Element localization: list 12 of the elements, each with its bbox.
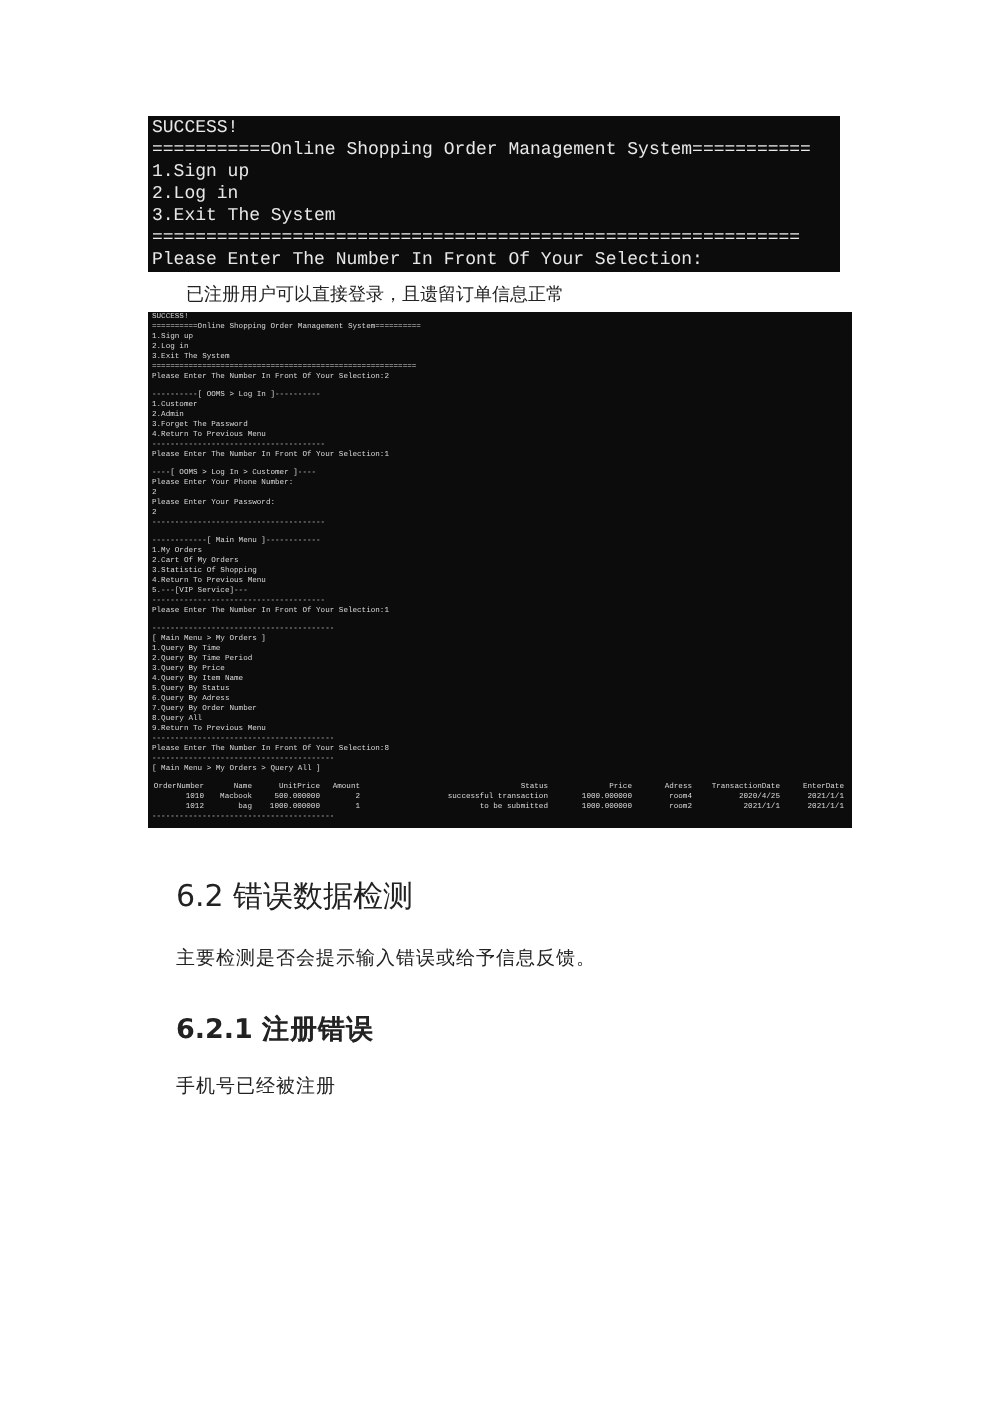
console-line: Please Enter The Number In Front Of Your Selection:	[152, 250, 703, 272]
console-line: 2.Log in	[152, 184, 239, 206]
paragraph: 手机号已经被注册	[176, 1076, 336, 1100]
console-line: SUCCESS!	[152, 118, 239, 140]
subsection-heading: 6.2.1 注册错误	[176, 1012, 375, 1048]
section-heading: 6.2 错误数据检测	[176, 876, 414, 916]
console-line: ===========Online Shopping Order Management System===========	[152, 140, 811, 162]
caption: 已注册用户可以直接登录，且遗留订单信息正常	[186, 284, 564, 308]
paragraph: 主要检测是否会提示输入错误或给予信息反馈。	[176, 948, 596, 972]
console-line: 1.Sign up	[152, 162, 250, 184]
console-line: 3.Exit The System	[152, 206, 336, 228]
console-line: ============================================================	[152, 228, 801, 250]
